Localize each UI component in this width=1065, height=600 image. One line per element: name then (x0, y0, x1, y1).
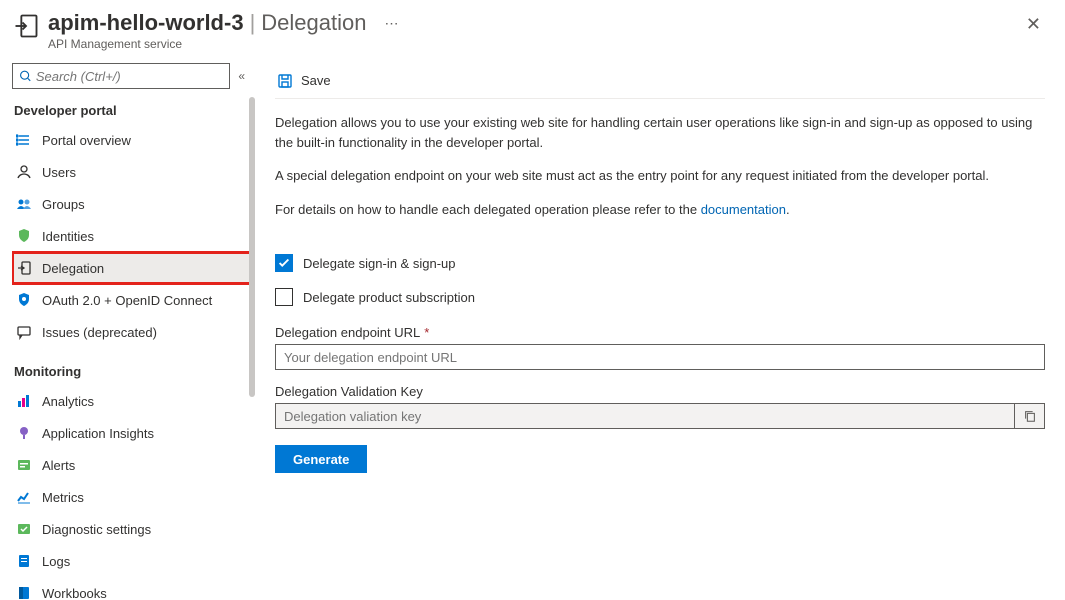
user-icon (16, 164, 32, 180)
copy-icon (1023, 409, 1037, 423)
search-input[interactable] (36, 69, 223, 84)
sidebar-item-diagnostic-settings[interactable]: Diagnostic settings (12, 513, 255, 545)
main-content: Save Delegation allows you to use your e… (255, 59, 1065, 600)
sidebar-item-metrics[interactable]: Metrics (12, 481, 255, 513)
save-label: Save (301, 73, 331, 88)
appinsights-icon (16, 425, 32, 441)
sidebar-item-users[interactable]: Users (12, 156, 255, 188)
description-1: Delegation allows you to use your existi… (275, 113, 1045, 152)
description-3: For details on how to handle each delega… (275, 200, 1045, 220)
more-icon[interactable]: ⋯ (384, 15, 398, 32)
diag-icon (16, 521, 32, 537)
required-star-icon: * (424, 325, 429, 340)
title-separator: | (250, 10, 256, 36)
sidebar-item-label: Diagnostic settings (42, 522, 151, 537)
groups-icon (16, 196, 32, 212)
resource-name: apim-hello-world-3 (48, 10, 244, 36)
page-header: apim-hello-world-3 | Delegation ⋯ API Ma… (0, 0, 1065, 59)
sidebar-item-application-insights[interactable]: Application Insights (12, 417, 255, 449)
sidebar-item-label: Workbooks (42, 586, 107, 600)
generate-button[interactable]: Generate (275, 445, 367, 473)
sidebar-item-groups[interactable]: Groups (12, 188, 255, 220)
check-icon (277, 256, 291, 270)
page-title: Delegation (261, 10, 366, 36)
sidebar-item-label: Metrics (42, 490, 84, 505)
oauth-icon (16, 292, 32, 308)
analytics-icon (16, 393, 32, 409)
sidebar: « Developer portal Portal overview Users G… (0, 59, 255, 600)
toolbar: Save (275, 63, 1045, 99)
sidebar-item-issues-deprecated-[interactable]: Issues (deprecated) (12, 316, 255, 348)
list-icon (16, 132, 32, 148)
sidebar-item-delegation[interactable]: Delegation (12, 252, 255, 284)
delegate-product-checkbox[interactable] (275, 288, 293, 306)
sidebar-nav: Developer portal Portal overview Users Gro… (12, 97, 255, 600)
delegate-signin-label: Delegate sign-in & sign-up (303, 256, 455, 271)
metrics-icon (16, 489, 32, 505)
documentation-link[interactable]: documentation (701, 202, 786, 217)
endpoint-url-input[interactable] (275, 344, 1045, 370)
save-icon (277, 73, 293, 89)
section-developer-portal: Developer portal (12, 97, 255, 124)
save-button[interactable]: Save (275, 69, 333, 93)
validation-key-label: Delegation Validation Key (275, 384, 423, 399)
sidebar-item-label: Identities (42, 229, 94, 244)
sidebar-item-label: Analytics (42, 394, 94, 409)
issues-icon (16, 324, 32, 340)
sidebar-item-alerts[interactable]: Alerts (12, 449, 255, 481)
alerts-icon (16, 457, 32, 473)
sidebar-item-label: OAuth 2.0 + OpenID Connect (42, 293, 212, 308)
sidebar-item-analytics[interactable]: Analytics (12, 385, 255, 417)
sidebar-item-label: Issues (deprecated) (42, 325, 157, 340)
delegation-icon (16, 260, 32, 276)
delegate-product-label: Delegate product subscription (303, 290, 475, 305)
sidebar-item-label: Delegation (42, 261, 104, 276)
delegate-signin-checkbox[interactable] (275, 254, 293, 272)
sidebar-item-label: Portal overview (42, 133, 131, 148)
sidebar-item-label: Alerts (42, 458, 75, 473)
search-icon (19, 69, 32, 83)
sidebar-item-workbooks[interactable]: Workbooks (12, 577, 255, 600)
sidebar-item-oauth-2-0-openid-connect[interactable]: OAuth 2.0 + OpenID Connect (12, 284, 255, 316)
endpoint-url-label: Delegation endpoint URL (275, 325, 420, 340)
sidebar-item-logs[interactable]: Logs (12, 545, 255, 577)
sidebar-item-label: Users (42, 165, 76, 180)
sidebar-item-label: Groups (42, 197, 85, 212)
section-monitoring: Monitoring (12, 358, 255, 385)
resource-type: API Management service (48, 37, 1022, 51)
resource-icon (12, 12, 40, 40)
collapse-sidebar-icon[interactable]: « (238, 69, 245, 83)
sidebar-item-portal-overview[interactable]: Portal overview (12, 124, 255, 156)
workbooks-icon (16, 585, 32, 600)
search-box[interactable] (12, 63, 230, 89)
close-icon[interactable]: ✕ (1022, 10, 1045, 39)
shield-icon (16, 228, 32, 244)
sidebar-item-label: Application Insights (42, 426, 154, 441)
sidebar-item-identities[interactable]: Identities (12, 220, 255, 252)
copy-button[interactable] (1015, 403, 1045, 429)
sidebar-item-label: Logs (42, 554, 70, 569)
validation-key-input[interactable] (275, 403, 1015, 429)
logs-icon (16, 553, 32, 569)
description-2: A special delegation endpoint on your we… (275, 166, 1045, 186)
